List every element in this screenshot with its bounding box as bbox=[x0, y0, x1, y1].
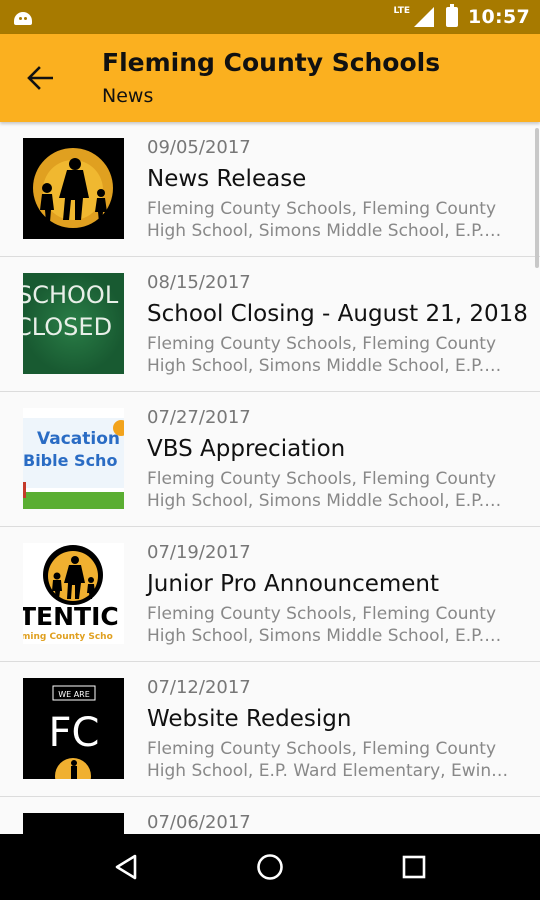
attention-subtext: ming County Scho bbox=[23, 632, 113, 642]
scrollbar[interactable] bbox=[535, 128, 539, 268]
we-are-text: WE ARE bbox=[58, 690, 90, 699]
back-triangle-icon bbox=[115, 854, 137, 880]
news-description: Fleming County Schools, Fleming County H… bbox=[147, 739, 502, 781]
news-date: 08/15/2017 bbox=[147, 272, 251, 293]
navigation-bar bbox=[0, 834, 540, 900]
nav-home-button[interactable] bbox=[240, 837, 300, 897]
battery-icon bbox=[446, 4, 459, 27]
news-item[interactable]: WE ARE FC 07/12/2017 Website Redesign Fl… bbox=[0, 662, 540, 797]
android-icon bbox=[12, 8, 34, 26]
news-title: VBS Appreciation bbox=[147, 436, 346, 462]
vbs-banner-icon: Vacation Bible Scho bbox=[23, 408, 124, 509]
network-type-label: LTE bbox=[393, 6, 411, 16]
news-thumbnail bbox=[23, 138, 124, 239]
news-thumbnail bbox=[23, 813, 124, 834]
news-description: Fleming County Schools, Fleming County H… bbox=[147, 334, 497, 376]
news-thumbnail: Vacation Bible Scho bbox=[23, 408, 124, 509]
news-item[interactable]: SCHOOL CLOSED 08/15/2017 School Closing … bbox=[0, 257, 540, 392]
vbs-text-2: Bible Scho bbox=[23, 451, 117, 470]
news-item[interactable]: 09/05/2017 News Release Fleming County S… bbox=[0, 122, 540, 257]
news-list[interactable]: 09/05/2017 News Release Fleming County S… bbox=[0, 122, 540, 834]
page-title: Fleming County Schools bbox=[102, 48, 441, 77]
fc-text: FC bbox=[49, 710, 100, 756]
news-date: 09/05/2017 bbox=[147, 137, 251, 158]
signal-icon bbox=[414, 7, 435, 27]
news-title: Website Redesign bbox=[147, 706, 352, 732]
news-description: Fleming County Schools, Fleming County H… bbox=[147, 199, 497, 241]
status-bar: LTE 10:57 bbox=[0, 0, 540, 34]
news-thumbnail: WE ARE FC bbox=[23, 678, 124, 779]
news-thumbnail: TENTIC ming County Scho bbox=[23, 543, 124, 644]
nav-recents-button[interactable] bbox=[384, 837, 444, 897]
news-item[interactable]: TENTIC ming County Scho 07/19/2017 Junio… bbox=[0, 527, 540, 662]
news-item[interactable]: Vacation Bible Scho 07/27/2017 VBS Appre… bbox=[0, 392, 540, 527]
vbs-text-1: Vacation bbox=[37, 429, 120, 449]
page-subtitle: News bbox=[102, 85, 154, 107]
news-title: Junior Pro Announcement bbox=[147, 571, 440, 597]
news-title: News Release bbox=[147, 166, 307, 192]
news-title: School Closing - August 21, 2018 bbox=[147, 301, 528, 327]
clock: 10:57 bbox=[468, 6, 530, 28]
attention-text: TENTIC bbox=[23, 602, 119, 631]
news-date: 07/19/2017 bbox=[147, 542, 251, 563]
nav-back-button[interactable] bbox=[96, 837, 156, 897]
news-date: 07/12/2017 bbox=[147, 677, 251, 698]
app-bar: Fleming County Schools News bbox=[0, 34, 540, 122]
news-description: Fleming County Schools, Fleming County H… bbox=[147, 604, 497, 646]
chalk-text-2: CLOSED bbox=[23, 313, 112, 341]
arrow-back-icon bbox=[27, 66, 53, 90]
news-date: 07/06/2017 bbox=[147, 812, 251, 833]
chalk-text-1: SCHOOL bbox=[23, 281, 119, 309]
chalkboard-icon: SCHOOL CLOSED bbox=[23, 273, 124, 374]
silhouette-family-icon bbox=[23, 138, 124, 239]
news-date: 07/27/2017 bbox=[147, 407, 251, 428]
home-circle-icon bbox=[257, 854, 283, 880]
back-button[interactable] bbox=[0, 34, 80, 122]
recents-square-icon bbox=[402, 855, 426, 879]
attention-logo-icon: TENTIC ming County Scho bbox=[23, 543, 124, 644]
news-description: Fleming County Schools, Fleming County H… bbox=[147, 469, 497, 511]
we-are-fc-icon: WE ARE FC bbox=[23, 678, 124, 779]
news-item[interactable]: 07/06/2017 bbox=[0, 797, 540, 834]
news-thumbnail: SCHOOL CLOSED bbox=[23, 273, 124, 374]
